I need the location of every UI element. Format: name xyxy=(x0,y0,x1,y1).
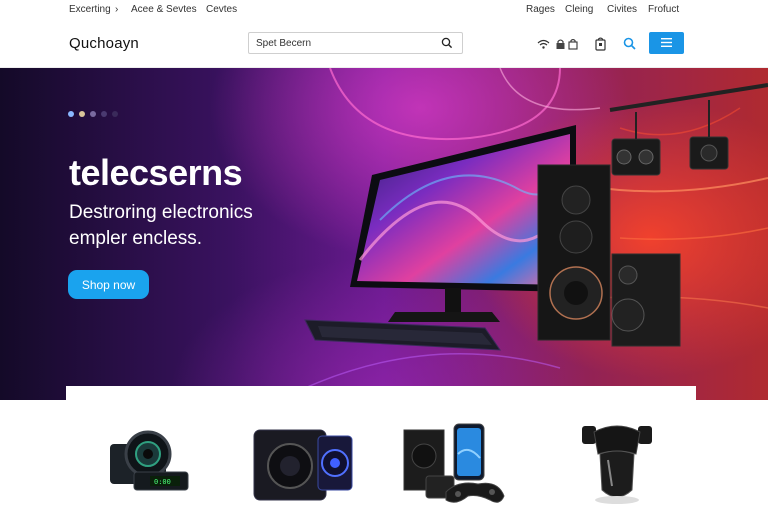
utility-bar: Excerting › Acee & Sevtes Cevtes Rages C… xyxy=(0,0,768,20)
utility-link-rages[interactable]: Rages xyxy=(526,4,555,15)
product-card-4[interactable] xyxy=(576,414,686,510)
cart-icon[interactable] xyxy=(595,37,606,51)
carousel-dot-5[interactable] xyxy=(112,111,118,117)
hero-title: telecserns xyxy=(69,152,243,193)
search-box xyxy=(248,32,463,54)
search-icon[interactable] xyxy=(441,37,453,49)
product-strip: 0:00 xyxy=(66,386,696,512)
site-header: Quchoayn xyxy=(0,20,768,68)
hero-product-image xyxy=(304,83,768,351)
utility-link-1[interactable]: Excerting xyxy=(69,4,111,15)
search-input[interactable] xyxy=(256,36,436,51)
product-card-1[interactable]: 0:00 xyxy=(106,414,216,510)
carousel-dot-3[interactable] xyxy=(90,111,96,117)
menu-button[interactable] xyxy=(649,32,684,54)
svg-text:0:00: 0:00 xyxy=(154,478,171,486)
breadcrumb-separator: › xyxy=(115,4,119,15)
hero-subtitle-line-2: empler encless. xyxy=(69,228,203,249)
search-icon[interactable] xyxy=(623,37,636,50)
hero-banner: telecserns Destroring electronics empler… xyxy=(0,68,768,400)
utility-link-cleing[interactable]: Cleing xyxy=(565,4,593,15)
carousel-dot-4[interactable] xyxy=(101,111,107,117)
utility-link-2[interactable]: Acee & Sevtes xyxy=(131,4,197,15)
lock-icon[interactable] xyxy=(555,38,566,50)
product-card-3[interactable] xyxy=(398,414,508,510)
wifi-icon[interactable] xyxy=(537,38,550,50)
bag-icon[interactable] xyxy=(568,38,578,50)
shop-now-button[interactable]: Shop now xyxy=(68,270,149,299)
utility-link-civites[interactable]: Civites xyxy=(607,4,637,15)
hero-subtitle-line-1: Destroring electronics xyxy=(69,202,253,223)
utility-link-frofuct[interactable]: Frofuct xyxy=(648,4,679,15)
product-card-2[interactable] xyxy=(246,414,356,510)
carousel-dot-1[interactable] xyxy=(68,111,74,117)
menu-icon xyxy=(661,38,672,47)
carousel-dot-2[interactable] xyxy=(79,111,85,117)
utility-link-3[interactable]: Cevtes xyxy=(206,4,237,15)
site-logo[interactable]: Quchoayn xyxy=(69,35,139,52)
carousel-dots xyxy=(68,111,118,117)
